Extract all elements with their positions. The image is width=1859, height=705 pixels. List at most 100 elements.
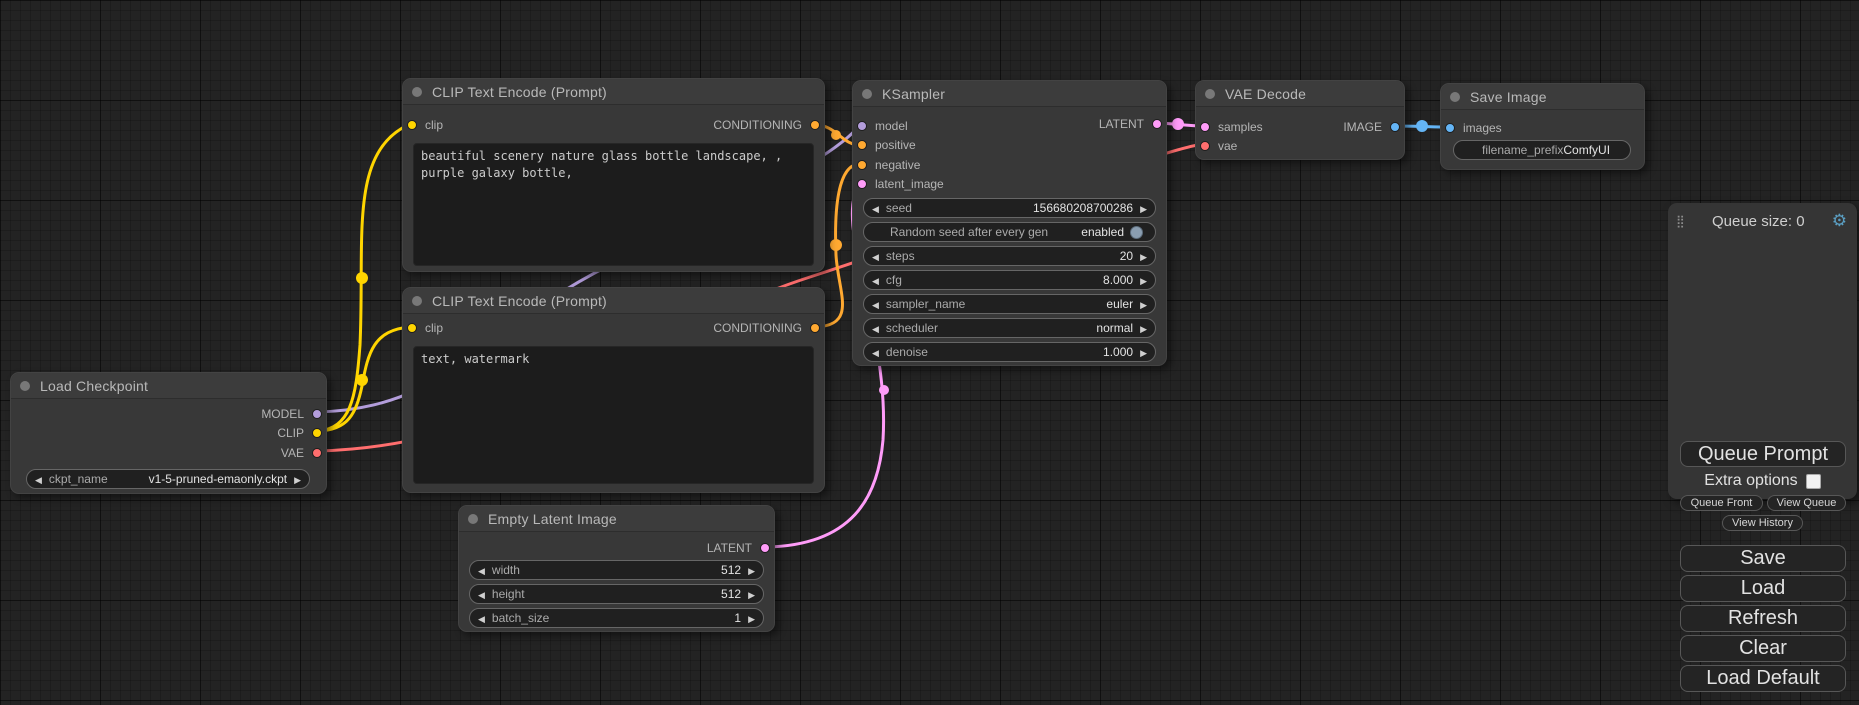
decrement-arrow-icon[interactable] [864,201,886,215]
input-port-clip[interactable] [407,323,417,333]
node-title: Empty Latent Image [488,511,617,527]
decrement-arrow-icon[interactable] [470,563,492,577]
increment-arrow-icon[interactable] [1133,321,1155,335]
input-port-positive[interactable] [857,140,867,150]
decrement-arrow-icon[interactable] [864,249,886,263]
view-history-button[interactable]: View History [1722,515,1803,531]
node-load-checkpoint-titlebar[interactable]: Load Checkpoint [11,373,326,399]
load-default-button[interactable]: Load Default [1680,665,1846,692]
sampler-name-widget[interactable]: sampler_name euler [863,294,1156,314]
prompt-textarea[interactable]: beautiful scenery nature glass bottle la… [413,143,814,266]
collapse-dot-icon[interactable] [1450,92,1460,102]
output-label-latent: LATENT [1099,117,1144,131]
prompt-textarea[interactable]: text, watermark [413,346,814,484]
wire-midpoint-latent-short[interactable] [1172,118,1184,130]
output-port-model[interactable] [312,409,322,419]
node-clip-text-encode-negative[interactable]: CLIP Text Encode (Prompt) clip CONDITION… [402,287,825,493]
load-button[interactable]: Load [1680,575,1846,602]
decrement-arrow-icon[interactable] [470,587,492,601]
wire-midpoint-cond-pos[interactable] [831,130,841,140]
node-save-image[interactable]: Save Image images filename_prefix ComfyU… [1440,83,1645,170]
input-port-images[interactable] [1445,123,1455,133]
node-ksampler-titlebar[interactable]: KSampler [853,81,1166,107]
node-graph-canvas[interactable]: Load Checkpoint MODEL CLIP VAE ckpt_name… [0,0,1859,705]
input-label-images: images [1463,121,1502,135]
width-widget[interactable]: width 512 [469,560,764,580]
denoise-widget[interactable]: denoise 1.000 [863,342,1156,362]
extra-options-checkbox[interactable] [1806,474,1821,489]
output-port-latent[interactable] [760,543,770,553]
increment-arrow-icon[interactable] [1133,345,1155,359]
queue-front-button[interactable]: Queue Front [1680,495,1763,511]
queue-size-label: Queue size: 0 [1685,213,1832,230]
input-port-latent-image[interactable] [857,179,867,189]
increment-arrow-icon[interactable] [1133,249,1155,263]
decrement-arrow-icon[interactable] [470,611,492,625]
wire-midpoint-clip1[interactable] [356,272,368,284]
decrement-arrow-icon[interactable] [27,472,49,486]
toggle-knob-icon[interactable] [1130,226,1143,239]
collapse-dot-icon[interactable] [1205,89,1215,99]
wire-midpoint-clip2[interactable] [356,374,368,386]
collapse-dot-icon[interactable] [20,381,30,391]
increment-arrow-icon[interactable] [741,611,763,625]
wire-midpoint-latent-long[interactable] [879,385,889,395]
collapse-dot-icon[interactable] [412,87,422,97]
node-clip-negative-titlebar[interactable]: CLIP Text Encode (Prompt) [403,288,824,314]
output-port-vae[interactable] [312,448,322,458]
node-save-image-titlebar[interactable]: Save Image [1441,84,1644,110]
node-title: Save Image [1470,89,1547,105]
batch-size-widget[interactable]: batch_size 1 [469,608,764,628]
ckpt-name-widget[interactable]: ckpt_name v1-5-pruned-emaonly.ckpt [26,469,310,489]
decrement-arrow-icon[interactable] [864,345,886,359]
filename-prefix-widget[interactable]: filename_prefix ComfyUI [1453,140,1631,160]
collapse-dot-icon[interactable] [412,296,422,306]
input-port-samples[interactable] [1200,122,1210,132]
height-widget[interactable]: height 512 [469,584,764,604]
input-label-clip: clip [425,321,443,335]
clear-button[interactable]: Clear [1680,635,1846,662]
increment-arrow-icon[interactable] [741,587,763,601]
decrement-arrow-icon[interactable] [864,273,886,287]
scheduler-widget[interactable]: scheduler normal [863,318,1156,338]
increment-arrow-icon[interactable] [287,472,309,486]
node-load-checkpoint[interactable]: Load Checkpoint MODEL CLIP VAE ckpt_name… [10,372,327,494]
output-port-conditioning[interactable] [810,120,820,130]
output-port-latent[interactable] [1152,119,1162,129]
increment-arrow-icon[interactable] [1133,297,1155,311]
collapse-dot-icon[interactable] [862,89,872,99]
output-port-image[interactable] [1390,122,1400,132]
steps-widget[interactable]: steps 20 [863,246,1156,266]
save-button[interactable]: Save [1680,545,1846,572]
drag-handle-icon[interactable] [1676,212,1685,230]
node-vae-decode-titlebar[interactable]: VAE Decode [1196,81,1404,107]
queue-prompt-button[interactable]: Queue Prompt [1680,441,1846,467]
input-port-vae[interactable] [1200,141,1210,151]
wire-midpoint-image[interactable] [1416,120,1428,132]
output-label-image: IMAGE [1343,120,1382,134]
node-ksampler[interactable]: KSampler LATENT model positive negative … [852,80,1167,366]
output-port-conditioning[interactable] [810,323,820,333]
increment-arrow-icon[interactable] [741,563,763,577]
node-empty-latent-titlebar[interactable]: Empty Latent Image [459,506,774,532]
node-vae-decode[interactable]: VAE Decode samples IMAGE vae [1195,80,1405,160]
input-label-positive: positive [875,138,916,152]
decrement-arrow-icon[interactable] [864,297,886,311]
node-clip-text-encode-positive[interactable]: CLIP Text Encode (Prompt) clip CONDITION… [402,78,825,272]
seed-widget[interactable]: seed 156680208700286 [863,198,1156,218]
view-queue-button[interactable]: View Queue [1767,495,1846,511]
input-port-clip[interactable] [407,120,417,130]
input-port-negative[interactable] [857,160,867,170]
increment-arrow-icon[interactable] [1133,201,1155,215]
node-clip-positive-titlebar[interactable]: CLIP Text Encode (Prompt) [403,79,824,105]
node-empty-latent-image[interactable]: Empty Latent Image LATENT width 512 heig… [458,505,775,632]
settings-gear-icon[interactable] [1832,211,1847,231]
random-seed-toggle-widget[interactable]: Random seed after every gen enabled [863,222,1156,242]
wire-midpoint-cond-neg[interactable] [830,239,842,251]
collapse-dot-icon[interactable] [468,514,478,524]
output-port-clip[interactable] [312,428,322,438]
refresh-button[interactable]: Refresh [1680,605,1846,632]
decrement-arrow-icon[interactable] [864,321,886,335]
increment-arrow-icon[interactable] [1133,273,1155,287]
cfg-widget[interactable]: cfg 8.000 [863,270,1156,290]
